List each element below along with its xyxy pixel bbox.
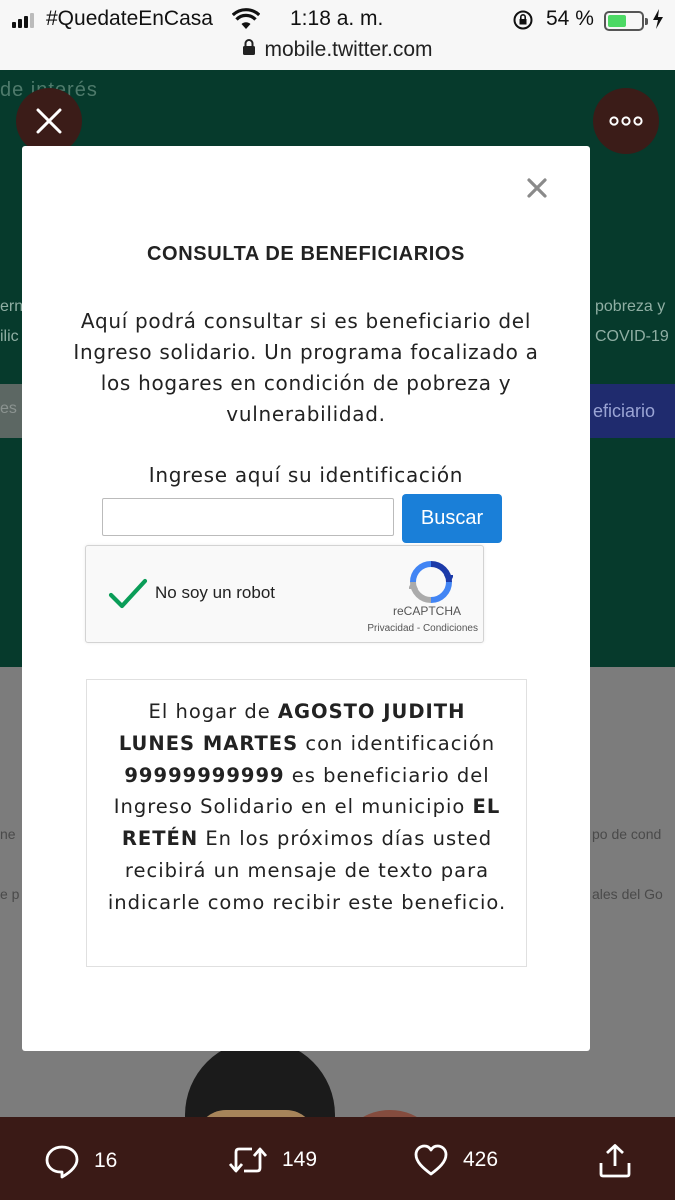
reply-icon	[45, 1145, 79, 1179]
rotation-lock-icon	[512, 9, 534, 37]
retweet-button[interactable]: 149	[228, 1143, 317, 1177]
wifi-icon	[231, 8, 261, 36]
close-icon	[527, 178, 547, 198]
background-text-fragment: e p	[0, 886, 20, 902]
carrier-label: #QuedateEnCasa	[46, 7, 213, 30]
lock-icon	[242, 38, 256, 62]
recaptcha-logo-icon	[408, 560, 454, 609]
url-text: mobile.twitter.com	[264, 38, 433, 61]
charging-bolt-icon	[652, 8, 664, 36]
battery-percent: 54 %	[546, 7, 594, 30]
recaptcha-widget[interactable]: No soy un robot reCAPTCHA Privacidad - C…	[85, 545, 484, 643]
modal-close-button[interactable]	[527, 174, 547, 204]
tweet-action-bar: 16 149 426	[0, 1117, 675, 1200]
modal-title: CONSULTA DE BENEFICIARIOS	[147, 243, 465, 265]
background-text-fragment: ales del Go	[592, 886, 663, 902]
more-icon	[609, 116, 643, 126]
household-id: 99999999999	[124, 763, 285, 787]
checkmark-icon[interactable]	[108, 578, 148, 615]
background-text-fragment: es	[0, 400, 17, 417]
background-text-fragment: ne	[0, 826, 16, 842]
retweet-count: 149	[282, 1148, 318, 1171]
captcha-brand: reCAPTCHA	[392, 604, 461, 618]
background-text-fragment: pobreza y	[595, 298, 666, 315]
captcha-privacy-links[interactable]: Privacidad - Condiciones	[336, 623, 478, 634]
close-viewer-button[interactable]	[16, 88, 82, 154]
like-button[interactable]: 426	[413, 1143, 498, 1177]
background-illustration	[335, 1110, 445, 1117]
background-text-fragment: COVID-19	[595, 328, 669, 345]
clock: 1:18 a. m.	[290, 7, 384, 30]
background-illustration	[185, 1040, 335, 1117]
share-button[interactable]	[597, 1143, 633, 1179]
cell-signal-icon	[12, 12, 34, 28]
status-bar: #QuedateEnCasa 1:18 a. m. 54 % mobile.tw…	[0, 0, 675, 70]
result-message: El hogar de AGOSTO JUDITH LUNES MARTES c…	[107, 700, 507, 914]
background-button-fragment: eficiario	[589, 384, 675, 438]
modal-description: Aquí podrá consultar si es beneficiario …	[73, 309, 539, 426]
search-button[interactable]: Buscar	[402, 494, 502, 543]
beneficiary-modal: CONSULTA DE BENEFICIARIOS Aquí podrá con…	[22, 146, 590, 1051]
background-text-fragment: ilic	[0, 328, 19, 345]
more-options-button[interactable]	[593, 88, 659, 154]
background-text-fragment: po de cond	[592, 826, 662, 842]
id-field-label: Ingrese aquí su identificación	[148, 463, 464, 487]
battery-icon	[604, 11, 648, 31]
retweet-icon	[228, 1147, 268, 1173]
heart-icon	[414, 1144, 448, 1176]
background-text-fragment: ern	[0, 298, 24, 315]
close-icon	[36, 108, 62, 134]
like-count: 426	[463, 1148, 499, 1171]
address-bar[interactable]: mobile.twitter.com	[0, 36, 675, 64]
result-box: El hogar de AGOSTO JUDITH LUNES MARTES c…	[86, 679, 527, 967]
reply-button[interactable]: 16	[44, 1143, 117, 1179]
id-input[interactable]	[102, 498, 394, 536]
reply-count: 16	[94, 1149, 118, 1172]
captcha-label: No soy un robot	[155, 583, 276, 602]
share-icon	[599, 1144, 631, 1178]
